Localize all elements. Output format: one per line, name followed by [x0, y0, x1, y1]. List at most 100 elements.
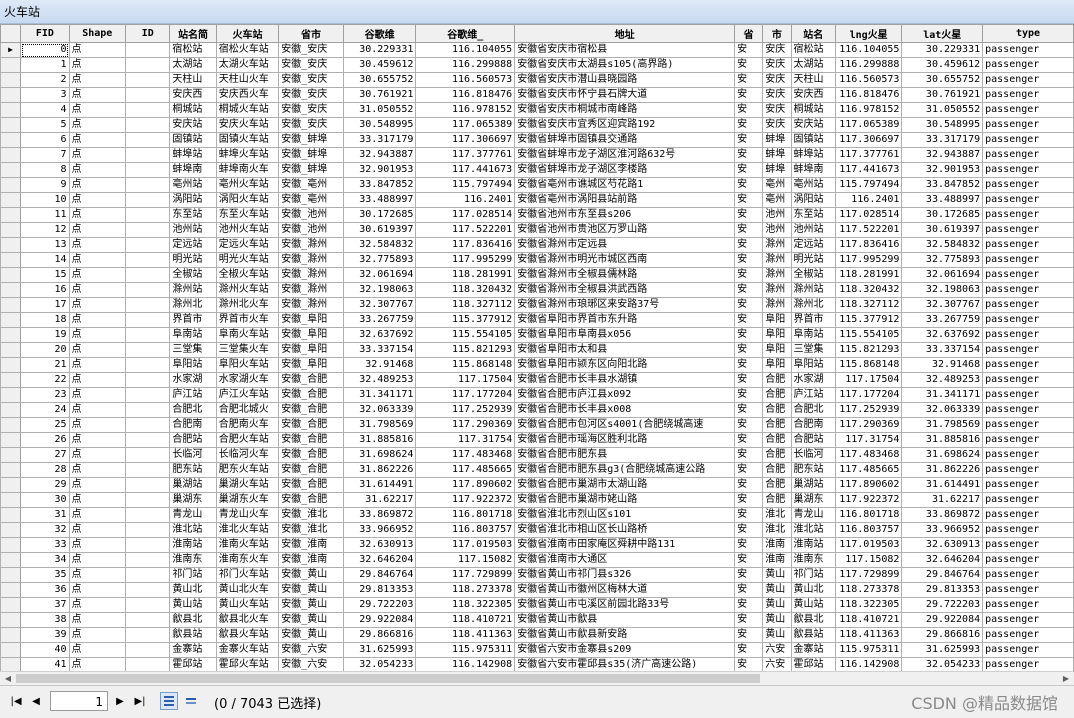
table-cell[interactable]: 天柱山: [790, 72, 836, 88]
table-cell[interactable]: 蚌埠: [762, 132, 792, 148]
table-cell[interactable]: 合肥北: [790, 402, 836, 418]
table-cell[interactable]: 巢湖东: [169, 492, 217, 508]
table-cell[interactable]: 点: [68, 402, 127, 418]
table-cell[interactable]: 29.813353: [901, 582, 984, 598]
table-cell[interactable]: 115.797494: [415, 177, 516, 193]
table-cell[interactable]: 安徽省合肥市瑶海区胜利北路: [514, 432, 736, 448]
table-cell[interactable]: 滁州火车站: [215, 282, 280, 298]
table-cell[interactable]: 安徽_合肥: [278, 417, 344, 433]
table-cell[interactable]: 32.901953: [342, 162, 417, 178]
table-row[interactable]: 29 点巢湖站 巢湖火车站 安徽_合肥 31.614491 117.890602 安徽省合肥…: [0, 477, 1074, 493]
table-cell[interactable]: [125, 237, 171, 253]
table-cell[interactable]: 33.869872: [901, 507, 984, 523]
table-cell[interactable]: 117.252939: [415, 402, 516, 418]
table-cell[interactable]: passenger: [982, 207, 1074, 223]
table-cell[interactable]: 滁州: [762, 282, 792, 298]
table-cell[interactable]: 117.177204: [834, 387, 903, 403]
table-cell[interactable]: passenger: [982, 312, 1074, 328]
table-cell[interactable]: [125, 252, 171, 268]
table-cell[interactable]: 32.063339: [901, 402, 984, 418]
table-cell[interactable]: 涡阳站: [790, 192, 836, 208]
table-cell[interactable]: 黄山: [762, 627, 792, 643]
table-cell[interactable]: 六安: [762, 642, 792, 658]
column-header[interactable]: Shape: [68, 24, 127, 43]
table-cell[interactable]: 淮北火车站: [215, 522, 280, 538]
table-cell[interactable]: 阜阳站: [790, 357, 836, 373]
table-cell[interactable]: 安: [734, 522, 764, 538]
column-header[interactable]: 地址: [514, 24, 736, 43]
table-cell[interactable]: passenger: [982, 417, 1074, 433]
table-cell[interactable]: [125, 57, 171, 73]
table-cell[interactable]: 蚌埠南: [169, 162, 217, 178]
table-cell[interactable]: 亳州站: [169, 177, 217, 193]
table-cell[interactable]: [125, 222, 171, 238]
table-cell[interactable]: 巢湖东火车: [215, 492, 280, 508]
table-cell[interactable]: 117.836416: [415, 237, 516, 253]
row-selector[interactable]: [0, 627, 22, 643]
table-cell[interactable]: 118.327112: [834, 297, 903, 313]
table-cell[interactable]: [125, 417, 171, 433]
table-cell[interactable]: 116.978152: [834, 102, 903, 118]
row-selector[interactable]: [0, 267, 22, 283]
table-cell[interactable]: 安徽_合肥: [278, 402, 344, 418]
table-cell[interactable]: 合肥: [762, 402, 792, 418]
table-cell[interactable]: 安: [734, 612, 764, 628]
table-cell[interactable]: 巢湖站: [169, 477, 217, 493]
table-cell[interactable]: 116.142908: [834, 657, 903, 671]
table-cell[interactable]: [125, 147, 171, 163]
table-cell[interactable]: [125, 207, 171, 223]
table-cell[interactable]: 117.028514: [834, 207, 903, 223]
column-header[interactable]: 市: [762, 24, 792, 43]
table-cell[interactable]: 31.885816: [901, 432, 984, 448]
table-cell[interactable]: 安徽省合肥市巢湖市太湖山路: [514, 477, 736, 493]
table-cell[interactable]: 黄山站: [169, 597, 217, 613]
table-cell[interactable]: 全椒站: [169, 267, 217, 283]
table-row[interactable]: 15 点全椒站 全椒火车站 安徽_滁州 32.061694 118.281991 安徽省滁州…: [0, 267, 1074, 283]
table-cell[interactable]: 界首市: [169, 312, 217, 328]
table-cell[interactable]: 安庆西: [790, 87, 836, 103]
table-cell[interactable]: 安徽省合肥市肥东县g3(合肥绕城高速公路: [514, 462, 736, 478]
table-cell[interactable]: 32.646204: [901, 552, 984, 568]
row-selector[interactable]: [0, 372, 22, 388]
table-cell[interactable]: 安庆: [762, 102, 792, 118]
table-cell[interactable]: 24: [20, 402, 70, 418]
table-cell[interactable]: 31.862226: [901, 462, 984, 478]
table-cell[interactable]: 安徽省亳州市涡阳县站前路: [514, 192, 736, 208]
column-header[interactable]: 站名简: [169, 24, 217, 43]
row-selector[interactable]: [0, 207, 22, 223]
table-cell[interactable]: [125, 327, 171, 343]
table-cell[interactable]: 26: [20, 432, 70, 448]
table-cell[interactable]: 116.299888: [415, 57, 516, 73]
table-cell[interactable]: 116.104055: [415, 42, 516, 58]
table-cell[interactable]: 31.798569: [342, 417, 417, 433]
table-cell[interactable]: 明光站: [790, 252, 836, 268]
table-cell[interactable]: 安徽省合肥市庐江县x092: [514, 387, 736, 403]
table-cell[interactable]: 安徽省蚌埠市龙子湖区李楼路: [514, 162, 736, 178]
table-cell[interactable]: 涡阳火车站: [215, 192, 280, 208]
table-cell[interactable]: 合肥站: [169, 432, 217, 448]
table-cell[interactable]: 27: [20, 447, 70, 463]
row-selector[interactable]: [0, 552, 22, 568]
table-cell[interactable]: 30: [20, 492, 70, 508]
table-cell[interactable]: 歙县站: [169, 627, 217, 643]
table-row[interactable]: 24 点合肥北 合肥北城火 安徽_合肥 32.063339 117.252939 安徽省合肥…: [0, 402, 1074, 418]
table-cell[interactable]: 淮南站: [169, 537, 217, 553]
table-cell[interactable]: 点: [68, 432, 127, 448]
table-cell[interactable]: 115.377912: [415, 312, 516, 328]
table-row[interactable]: 33 点淮南站 淮南火车站 安徽_淮南 32.630913 117.019503 安徽省淮南…: [0, 537, 1074, 553]
table-cell[interactable]: 安: [734, 297, 764, 313]
table-cell[interactable]: 定远火车站: [215, 237, 280, 253]
table-cell[interactable]: 31.625993: [342, 642, 417, 658]
table-cell[interactable]: 33.337154: [901, 342, 984, 358]
table-cell[interactable]: 116.978152: [415, 102, 516, 118]
row-selector[interactable]: [0, 57, 22, 73]
table-cell[interactable]: 32.489253: [901, 372, 984, 388]
row-selector[interactable]: [0, 402, 22, 418]
table-row[interactable]: 19 点阜南站 阜南火车站 安徽_阜阳 32.637692 115.554105 安徽省阜阳…: [0, 327, 1074, 343]
table-cell[interactable]: 歙县北火车: [215, 612, 280, 628]
table-cell[interactable]: 庐江站: [169, 387, 217, 403]
table-cell[interactable]: 桐城站: [790, 102, 836, 118]
table-cell[interactable]: 滁州北: [169, 297, 217, 313]
table-cell[interactable]: 116.801718: [834, 507, 903, 523]
table-row[interactable]: 2 点天柱山 天柱山火车 安徽_安庆 30.655752 116.560573 安徽省安庆市…: [0, 72, 1074, 88]
